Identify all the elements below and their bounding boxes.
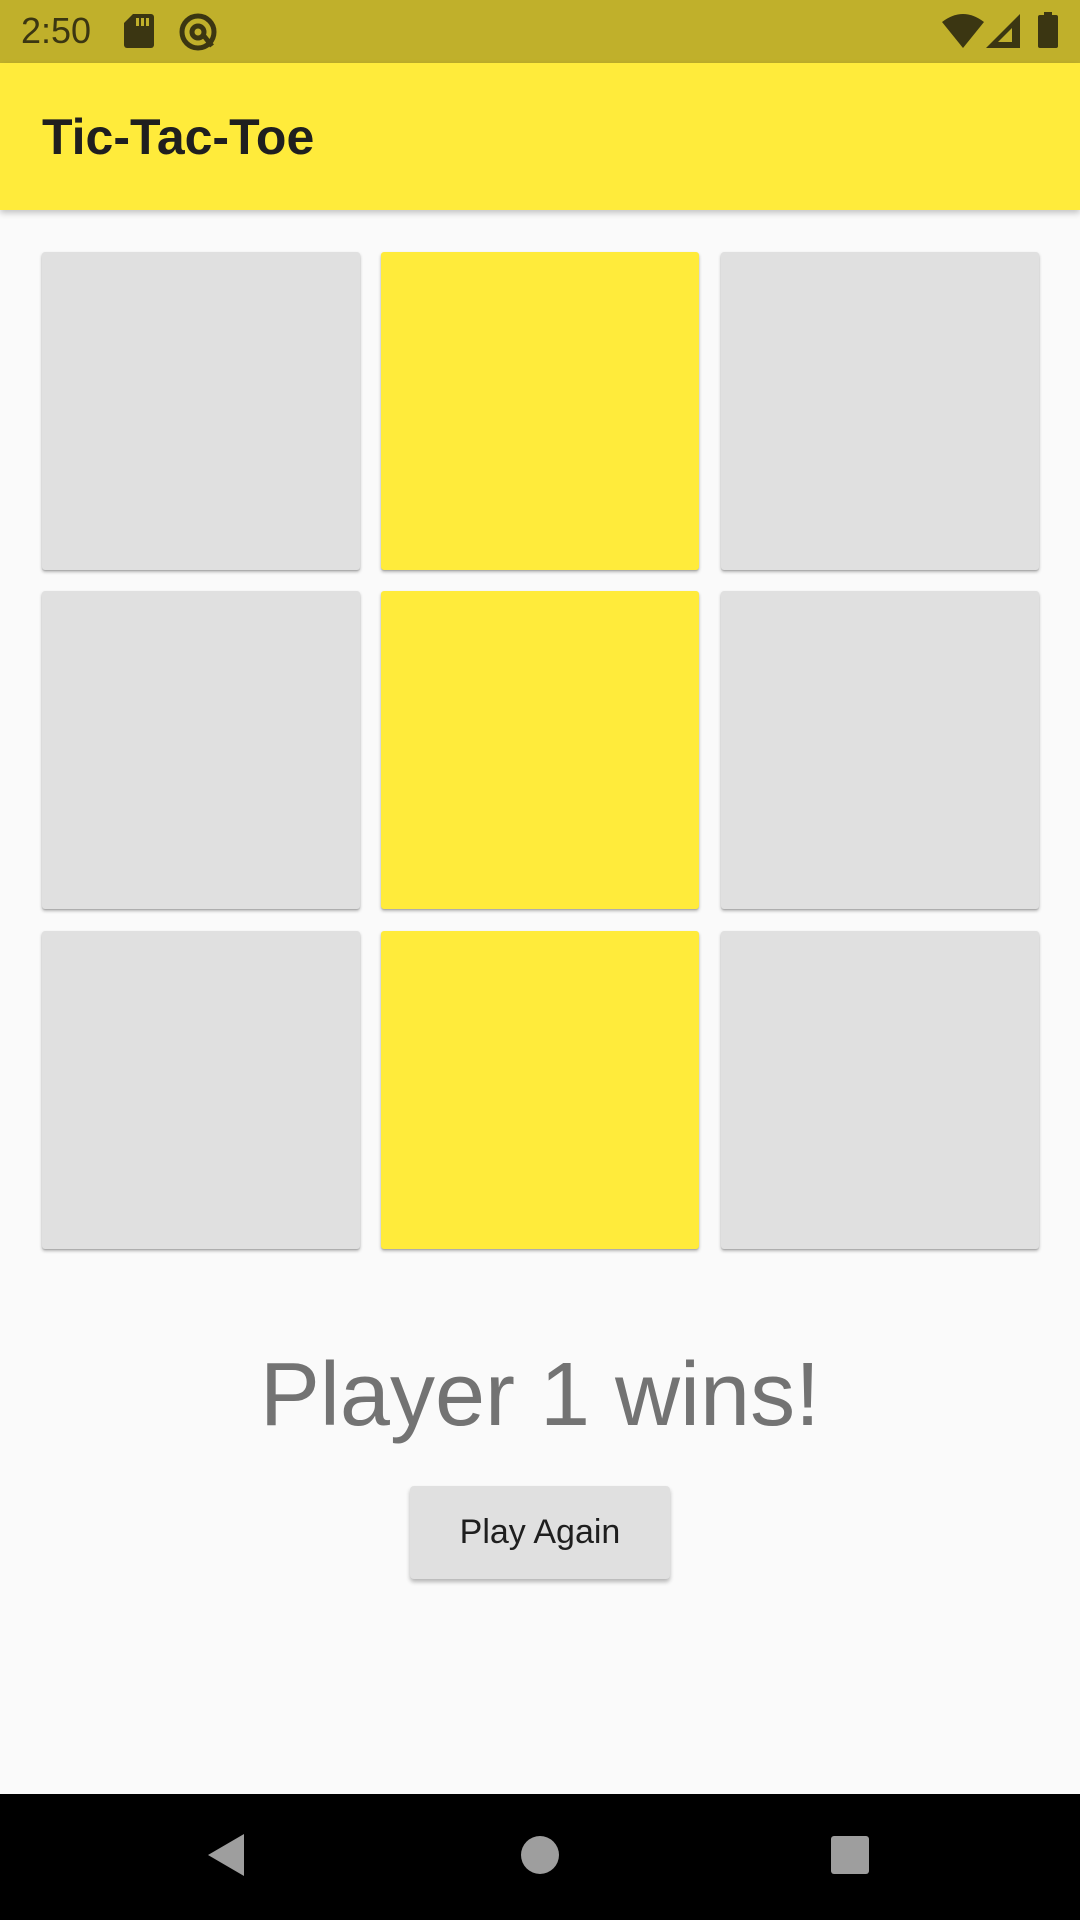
recents-icon bbox=[830, 1835, 870, 1880]
navigation-bar bbox=[0, 1794, 1080, 1920]
board-cell[interactable] bbox=[381, 591, 699, 909]
board-cell[interactable] bbox=[42, 931, 360, 1249]
home-button[interactable] bbox=[480, 1794, 600, 1920]
back-icon bbox=[206, 1832, 246, 1883]
board-cell[interactable] bbox=[721, 931, 1039, 1249]
signal-icon bbox=[986, 14, 1020, 53]
at-sign-icon bbox=[178, 12, 218, 57]
status-time: 2:50 bbox=[21, 10, 92, 51]
play-again-button[interactable]: Play Again bbox=[410, 1486, 670, 1579]
battery-icon bbox=[1038, 12, 1058, 53]
board-cell[interactable] bbox=[42, 591, 360, 909]
app-title: Tic-Tac-Toe bbox=[42, 109, 315, 165]
board-cell[interactable] bbox=[721, 252, 1039, 570]
wifi-icon bbox=[942, 14, 984, 53]
back-button[interactable] bbox=[166, 1794, 286, 1920]
board-cell[interactable] bbox=[381, 252, 699, 570]
home-icon bbox=[520, 1835, 560, 1880]
app-bar: Tic-Tac-Toe bbox=[0, 63, 1080, 210]
board-cell[interactable] bbox=[42, 252, 360, 570]
sd-card-icon bbox=[124, 14, 154, 53]
recents-button[interactable] bbox=[790, 1794, 910, 1920]
result-message: Player 1 wins! bbox=[259, 1345, 821, 1445]
game-board bbox=[42, 252, 1039, 1249]
board-cell[interactable] bbox=[381, 931, 699, 1249]
status-bar: 2:50 bbox=[0, 0, 1080, 63]
board-cell[interactable] bbox=[721, 591, 1039, 909]
